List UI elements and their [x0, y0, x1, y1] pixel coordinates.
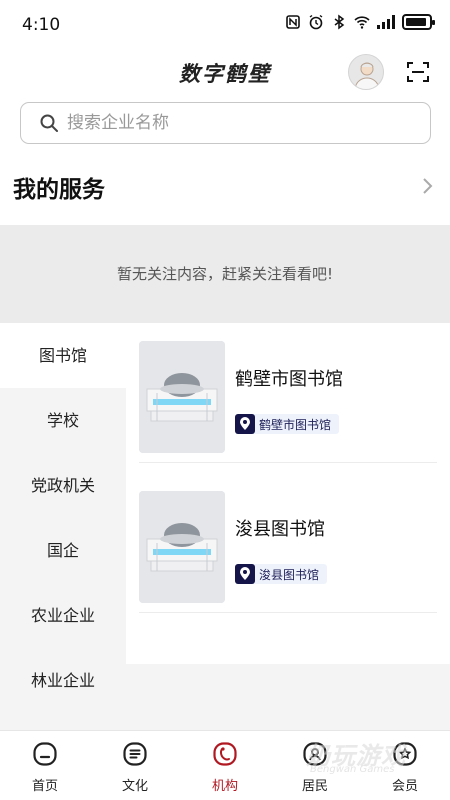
- category-item[interactable]: 国企: [0, 518, 126, 583]
- home-icon: [33, 742, 57, 766]
- avatar[interactable]: [348, 54, 384, 90]
- scan-icon[interactable]: [406, 60, 430, 84]
- battery-icon: [402, 14, 435, 30]
- status-bar: 4:10: [0, 0, 450, 50]
- wifi-icon: [354, 16, 370, 29]
- institution-list: 鹤壁市图书馆 鹤壁市图书馆 浚县图书馆 浚县图书馆: [126, 323, 450, 664]
- nav-label: 会员: [391, 779, 418, 794]
- category-item[interactable]: 农业企业: [0, 583, 126, 648]
- nav-label: 文化: [121, 779, 148, 794]
- nfc-icon: [286, 15, 300, 29]
- bluetooth-icon: [334, 14, 345, 30]
- institution-name: 鹤壁市图书馆: [235, 369, 343, 390]
- battery-level: [406, 18, 426, 26]
- resident-icon: [303, 742, 327, 766]
- empty-message: 暂无关注内容，赶紧关注看看吧!: [116, 265, 333, 283]
- category-list: 图书馆 学校 党政机关 国企 农业企业 林业企业: [0, 323, 126, 713]
- nav-label: 居民: [301, 779, 328, 794]
- nav-label: 首页: [31, 779, 58, 794]
- app-header: 数字鹤壁: [0, 50, 450, 96]
- institution-name: 浚县图书馆: [235, 519, 325, 540]
- location-pin-icon: [235, 564, 255, 584]
- nav-label: 机构: [211, 779, 238, 794]
- category-item[interactable]: 林业企业: [0, 648, 126, 713]
- nav-item-resident[interactable]: 居民: [270, 731, 360, 800]
- library-building-image: [139, 491, 225, 603]
- category-item[interactable]: 图书馆: [0, 323, 126, 388]
- search-bar[interactable]: [20, 102, 431, 144]
- nav-item-home[interactable]: 首页: [0, 731, 90, 800]
- search-input[interactable]: [67, 113, 397, 133]
- status-time: 4:10: [22, 15, 61, 35]
- signal-icon: [377, 15, 395, 29]
- library-building-image: [139, 341, 225, 453]
- institution-icon: [213, 742, 237, 766]
- institution-tag: 鹤壁市图书馆: [235, 414, 340, 434]
- location-pin-icon: [235, 414, 255, 434]
- culture-icon: [123, 742, 147, 766]
- bottom-nav: 首页 文化 机构 居民 会员: [0, 730, 450, 800]
- services-empty-state: 暂无关注内容，赶紧关注看看吧!: [0, 225, 450, 323]
- category-item[interactable]: 党政机关: [0, 453, 126, 518]
- nav-item-institution[interactable]: 机构: [180, 731, 270, 800]
- category-item[interactable]: 学校: [0, 388, 126, 453]
- chevron-right-icon[interactable]: [420, 176, 434, 196]
- member-icon: [393, 742, 417, 766]
- screen: 4:10 数字鹤壁 搜索企业名称 我的服务 暂无关注内容，赶紧关注看看吧! 图书…: [0, 0, 450, 800]
- card-divider: [139, 462, 437, 463]
- category-area: 图书馆 学校 党政机关 国企 农业企业 林业企业 鹤壁市图书馆 鹤壁市图书馆 浚…: [0, 323, 450, 730]
- card-divider: [139, 612, 437, 613]
- search-icon: [40, 114, 58, 132]
- my-services-title: 我的服务: [13, 177, 105, 203]
- nav-item-culture[interactable]: 文化: [90, 731, 180, 800]
- status-icons: [285, 14, 435, 30]
- institution-tag: 浚县图书馆: [235, 564, 328, 584]
- alarm-icon: [309, 14, 323, 30]
- institution-tag-label: 鹤壁市图书馆: [259, 417, 332, 432]
- my-services-header[interactable]: 我的服务: [0, 166, 450, 210]
- nav-item-member[interactable]: 会员: [360, 731, 450, 800]
- institution-tag-label: 浚县图书馆: [259, 567, 320, 582]
- institution-card[interactable]: 浚县图书馆 浚县图书馆: [139, 473, 437, 613]
- institution-card[interactable]: 鹤壁市图书馆 鹤壁市图书馆: [139, 323, 437, 463]
